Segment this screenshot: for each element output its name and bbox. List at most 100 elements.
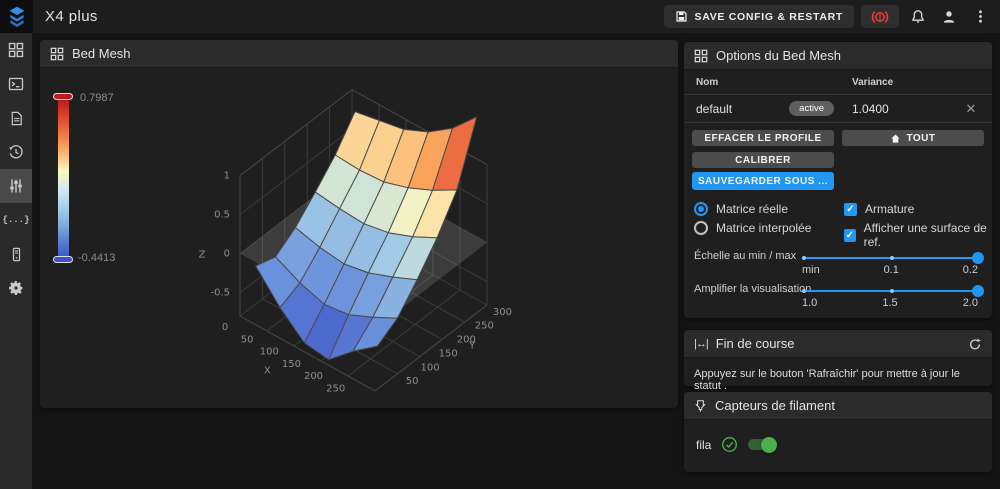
account-button[interactable]: [937, 5, 961, 29]
svg-text:0: 0: [224, 249, 230, 260]
tick-1-5: 1.5: [882, 297, 898, 309]
emergency-stop-icon: [871, 10, 889, 23]
braces-icon: {...}: [2, 215, 30, 225]
sidebar-item-dashboard[interactable]: [0, 33, 32, 67]
profile-name: default: [696, 101, 733, 116]
sidebar-item-machine[interactable]: [0, 237, 32, 271]
sidebar-item-tune[interactable]: [0, 169, 32, 203]
colorbar-min-handle[interactable]: [53, 256, 73, 263]
save-as-label: SAUVEGARDER SOUS ...: [697, 175, 829, 187]
sensor-enable-toggle[interactable]: [748, 436, 778, 453]
vertical-dots-icon: [978, 10, 982, 23]
calibrate-button[interactable]: CALIBRER: [692, 152, 834, 168]
filament-panel-title: Capteurs de filament: [715, 398, 835, 413]
delete-profile-icon[interactable]: ✕: [962, 101, 980, 117]
tick-min: min: [802, 264, 820, 276]
endstop-panel: |↔| Fin de course Appuyez sur le bouton …: [684, 330, 992, 392]
column-nom: Nom: [696, 76, 719, 88]
active-badge: active: [789, 101, 834, 116]
svg-text:50: 50: [406, 376, 419, 387]
bed-mesh-panel: Bed Mesh 0.7987 -0.4413 1 0.5 0 -0.5 Z 0 50 100…: [40, 40, 678, 408]
save-config-restart-button[interactable]: SAVE CONFIG & RESTART: [663, 5, 854, 28]
colorbar-max-value: 0.7987: [80, 92, 114, 104]
tick-2-0: 2.0: [962, 297, 978, 309]
profile-variance: 1.0400: [852, 101, 889, 116]
svg-text:150: 150: [439, 348, 458, 359]
overflow-menu-button[interactable]: [968, 5, 992, 29]
user-icon: [943, 10, 955, 23]
radio-interpolated-matrix[interactable]: Matrice interpolée: [694, 221, 811, 235]
radio-true-matrix-label: Matrice réelle: [716, 202, 789, 216]
grid-icon: [50, 47, 64, 60]
svg-text:100: 100: [260, 347, 279, 358]
sidebar-item-config-files[interactable]: {...}: [0, 203, 32, 237]
radio-unselected-icon: [694, 221, 708, 235]
home-all-button[interactable]: TOUT: [842, 130, 984, 146]
clear-profile-button[interactable]: EFFACER LE PROFILE: [692, 130, 834, 146]
svg-text:150: 150: [282, 359, 301, 370]
emergency-stop-button[interactable]: [861, 5, 899, 28]
colorbar-min-value: -0.4413: [78, 252, 116, 264]
checkbox-wireframe[interactable]: ✓ Armature: [844, 202, 914, 216]
radio-selected-icon: [694, 202, 708, 216]
svg-text:1: 1: [224, 171, 230, 182]
sidebar-item-settings[interactable]: [0, 271, 32, 305]
scale-slider[interactable]: [802, 252, 984, 264]
checkbox-checked-icon: ✓: [844, 202, 857, 216]
calibrate-label: CALIBRER: [735, 154, 791, 166]
bed-mesh-panel-header: Bed Mesh: [40, 40, 678, 68]
bed-mesh-3d-plot[interactable]: 1 0.5 0 -0.5 Z 0 50 100 150 200 250 X 50 100 150 200 250…: [140, 86, 600, 404]
checkbox-checked-icon: ✓: [844, 228, 856, 242]
options-panel-title: Options du Bed Mesh: [716, 48, 842, 63]
tick-0-2: 0.2: [962, 264, 978, 276]
tick-1-0: 1.0: [802, 297, 818, 309]
svg-text:0.5: 0.5: [214, 210, 230, 221]
svg-text:300: 300: [493, 307, 512, 318]
home-all-label: TOUT: [906, 132, 936, 144]
save-as-button[interactable]: SAUVEGARDER SOUS ...: [692, 172, 834, 190]
colorbar: [53, 93, 73, 263]
amplify-slider-label: Amplifier la visualisation: [694, 283, 812, 295]
endstop-icon: |↔|: [694, 337, 709, 350]
refresh-button[interactable]: [968, 337, 982, 351]
notifications-button[interactable]: [906, 5, 930, 29]
radio-true-matrix[interactable]: Matrice réelle: [694, 202, 788, 216]
console-icon: [8, 77, 24, 91]
radio-interpolated-matrix-label: Matrice interpolée: [716, 221, 812, 235]
filament-sensors-panel: Capteurs de filament fila: [684, 392, 992, 472]
home-icon: [891, 134, 901, 143]
profile-row-default[interactable]: default active 1.0400 ✕: [684, 95, 992, 123]
svg-text:X: X: [264, 366, 271, 377]
bed-mesh-options-panel: Options du Bed Mesh Nom Variance default…: [684, 42, 992, 318]
svg-text:Y: Y: [468, 341, 476, 352]
grid-icon: [694, 49, 708, 62]
scale-slider-label: Échelle au min / max: [694, 250, 797, 262]
svg-text:250: 250: [326, 384, 345, 395]
checkbox-reference-surface[interactable]: ✓ Afficher une surface de ref.: [844, 221, 992, 249]
toggle-knob: [761, 436, 778, 453]
tick-0-1: 0.1: [883, 264, 899, 276]
filament-sensor-row: fila: [696, 436, 778, 453]
navigation-sidebar: {...}: [0, 33, 32, 489]
amplify-slider[interactable]: [802, 285, 984, 297]
amplify-slider-thumb[interactable]: [972, 285, 984, 297]
bell-icon: [912, 9, 924, 23]
svg-text:200: 200: [304, 371, 323, 382]
filament-nozzle-icon: [695, 399, 706, 412]
options-panel-header: Options du Bed Mesh: [684, 42, 992, 70]
mainsail-logo-icon: [9, 6, 24, 27]
app-logo[interactable]: [0, 0, 33, 33]
checkbox-wireframe-label: Armature: [865, 202, 915, 216]
sidebar-item-gcode-files[interactable]: [0, 101, 32, 135]
dashboard-icon: [8, 42, 24, 58]
refresh-icon: [969, 338, 981, 349]
history-clock-icon: [9, 145, 23, 159]
top-bar: X4 plus SAVE CONFIG & RESTART: [0, 0, 1000, 33]
scale-slider-ticks: min 0.1 0.2: [802, 264, 978, 276]
sidebar-item-console[interactable]: [0, 67, 32, 101]
svg-text:-0.5: -0.5: [210, 288, 230, 299]
sidebar-item-history[interactable]: [0, 135, 32, 169]
filament-panel-header: Capteurs de filament: [684, 392, 992, 420]
scale-slider-thumb[interactable]: [972, 252, 984, 264]
colorbar-max-handle[interactable]: [53, 93, 73, 100]
